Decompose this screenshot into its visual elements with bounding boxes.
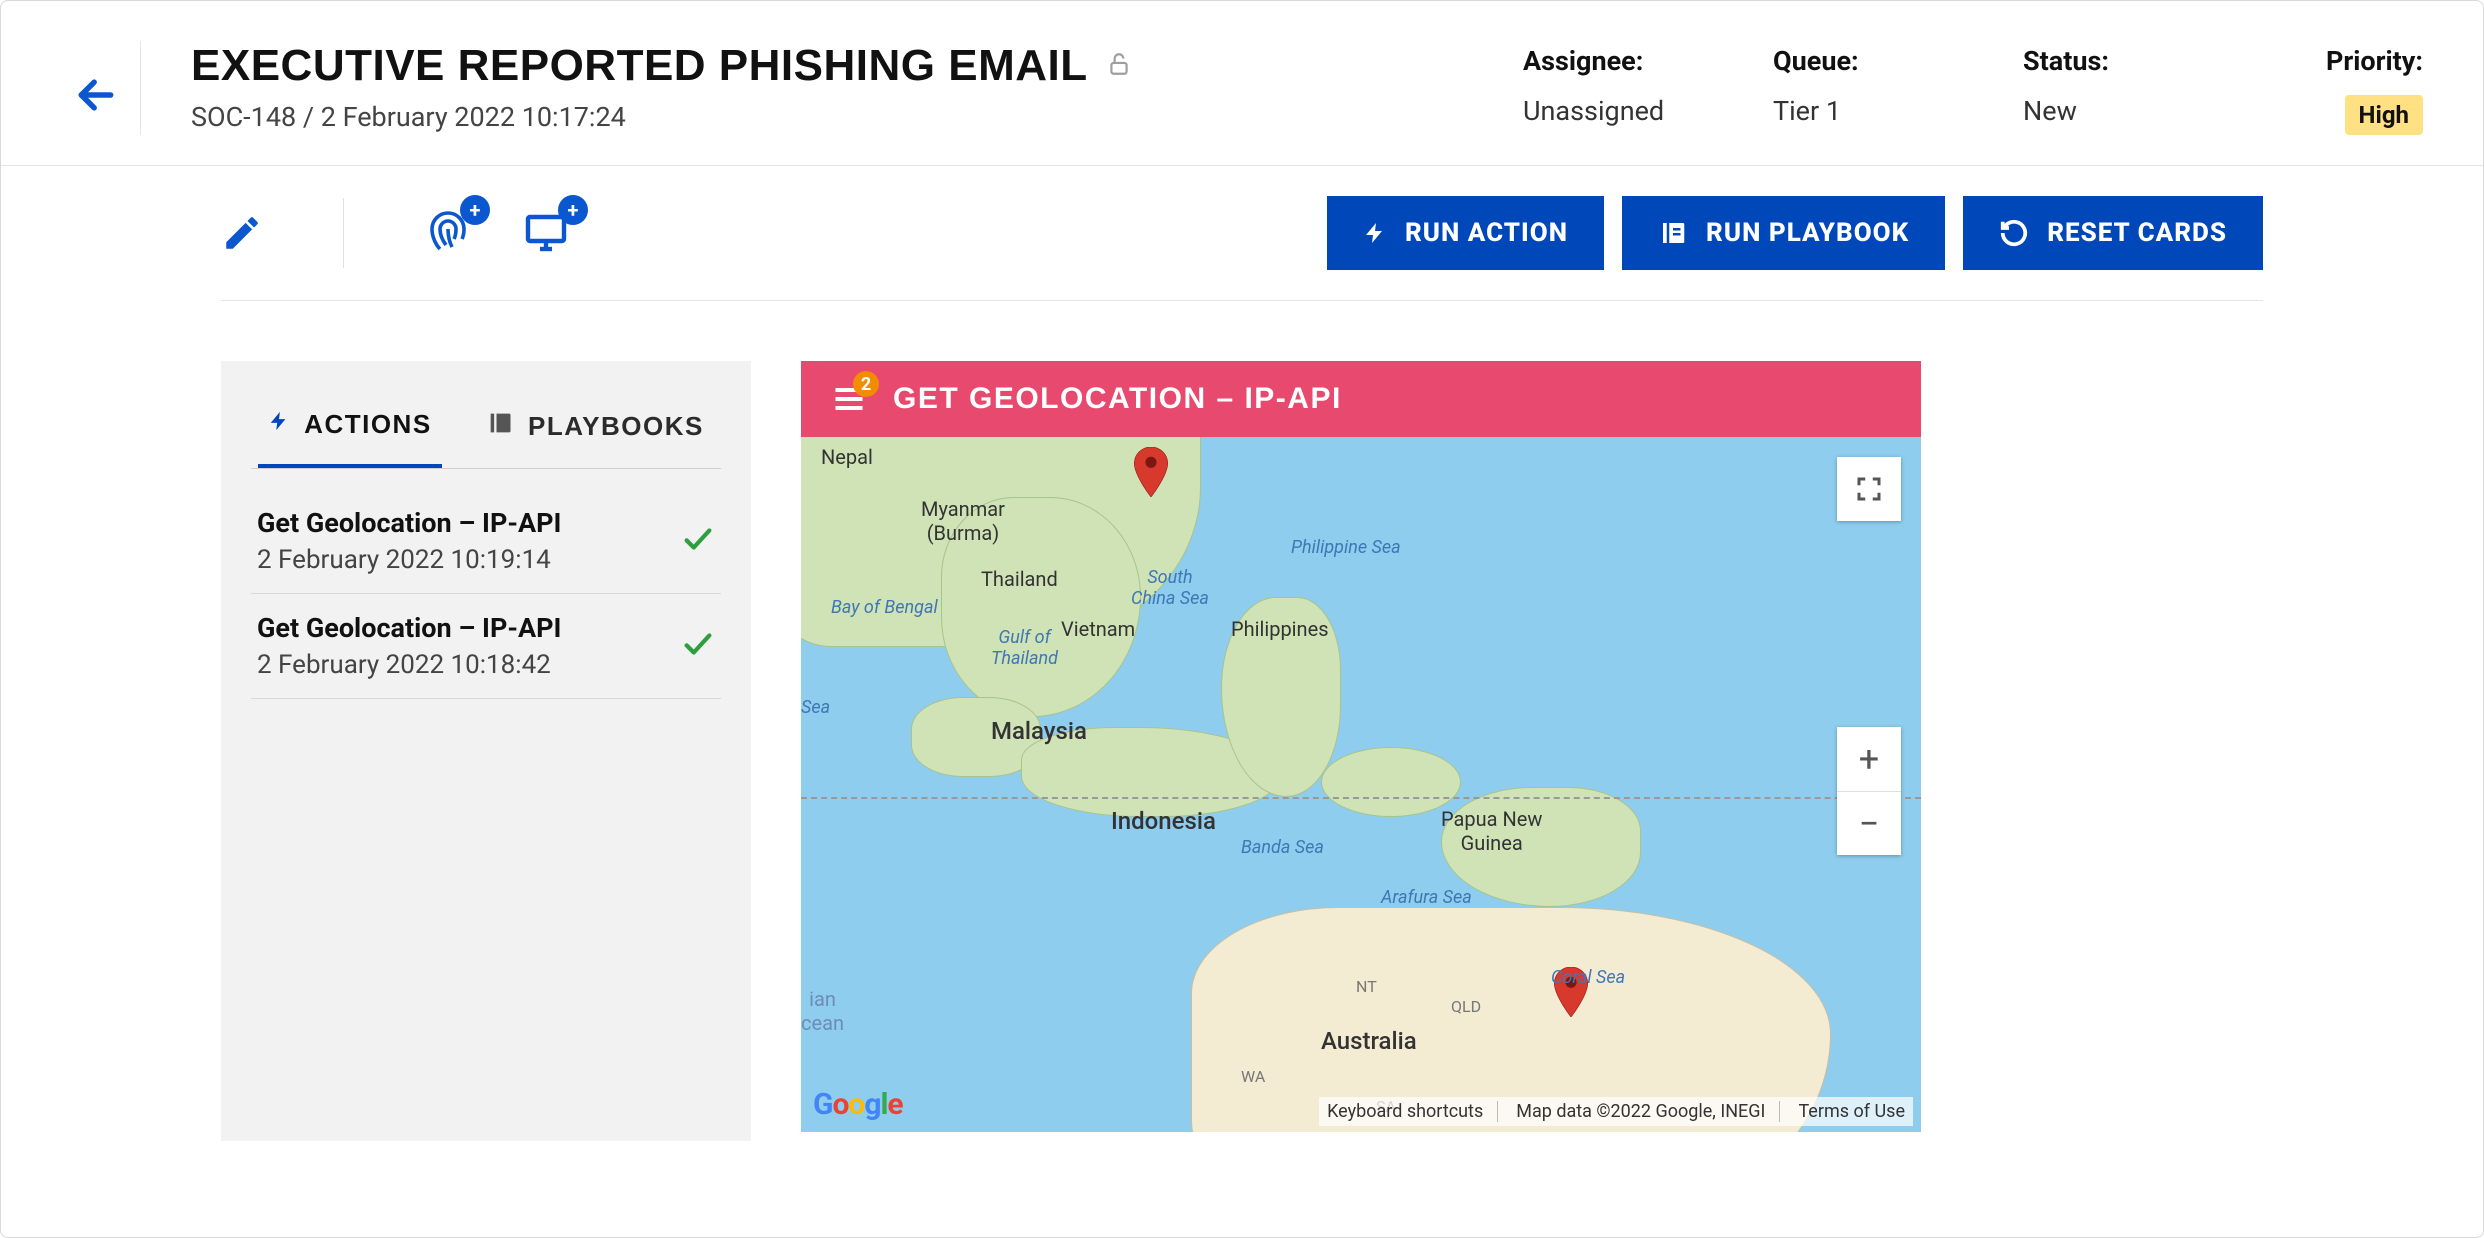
- map-footer: Keyboard shortcuts Map data ©2022 Google…: [1319, 1097, 1913, 1126]
- body-row: ACTIONS PLAYBOOKS Get Geolocation – IP-A…: [1, 301, 2483, 1141]
- run-playbook-button[interactable]: RUN PLAYBOOK: [1622, 196, 1945, 270]
- action-item-title: Get Geolocation – IP-API: [257, 612, 561, 644]
- fingerprint-add-icon[interactable]: +: [424, 209, 472, 257]
- tab-playbooks[interactable]: PLAYBOOKS: [476, 393, 714, 466]
- bolt-icon: [268, 407, 290, 442]
- action-list-item[interactable]: Get Geolocation – IP-API 2 February 2022…: [251, 594, 721, 699]
- check-icon: [681, 522, 715, 560]
- case-datetime: 2 February 2022 10:17:24: [321, 101, 626, 133]
- case-id: SOC-148: [191, 101, 296, 133]
- landmass: [1441, 787, 1641, 907]
- meta-assignee-value: Unassigned: [1523, 95, 1673, 127]
- map-marker-icon[interactable]: [1554, 967, 1588, 1017]
- case-toolbar: + + RUN ACTION RUN PLAYBOOK RE: [221, 166, 2263, 301]
- playbook-icon: [486, 409, 514, 444]
- action-item-title: Get Geolocation – IP-API: [257, 507, 561, 539]
- geolocation-card-header: 2 GET GEOLOCATION – IP-API: [801, 361, 1921, 437]
- toolbar-divider: [343, 198, 344, 268]
- map-zoom-in-button[interactable]: +: [1837, 727, 1901, 791]
- back-arrow-icon[interactable]: [74, 73, 118, 121]
- reset-icon: [1999, 218, 2029, 248]
- map-label-sea: Sea: [801, 697, 830, 718]
- side-panel: ACTIONS PLAYBOOKS Get Geolocation – IP-A…: [221, 361, 751, 1141]
- menu-count-badge: 2: [853, 371, 879, 397]
- meta-assignee-label: Assignee:: [1523, 45, 1673, 77]
- plus-badge-icon: +: [460, 195, 490, 225]
- priority-badge: High: [2345, 95, 2423, 135]
- map-marker-icon[interactable]: [1134, 447, 1168, 497]
- bolt-icon: [1363, 218, 1387, 248]
- check-icon: [681, 627, 715, 665]
- side-tabs: ACTIONS PLAYBOOKS: [221, 361, 751, 468]
- geolocation-card-title: GET GEOLOCATION – IP-API: [893, 382, 1342, 416]
- meta-status: Status: New: [2023, 45, 2173, 135]
- title-column: EXECUTIVE REPORTED PHISHING EMAIL SOC-14…: [191, 41, 1483, 133]
- plus-badge-icon: +: [558, 195, 588, 225]
- meta-priority-label: Priority:: [2273, 45, 2423, 77]
- geolocation-card: 2 GET GEOLOCATION – IP-API: [801, 361, 1921, 1141]
- case-header: EXECUTIVE REPORTED PHISHING EMAIL SOC-14…: [1, 1, 2483, 166]
- run-action-label: RUN ACTION: [1405, 218, 1568, 248]
- unlock-icon: [1106, 51, 1132, 81]
- meta-queue-label: Queue:: [1773, 45, 1923, 77]
- app-frame: EXECUTIVE REPORTED PHISHING EMAIL SOC-14…: [0, 0, 2484, 1238]
- tab-actions[interactable]: ACTIONS: [258, 391, 442, 468]
- case-subtitle: SOC-148 / 2 February 2022 10:17:24: [191, 101, 1483, 133]
- map-label-sea: Arafura Sea: [1381, 887, 1472, 908]
- meta-priority: Priority: High: [2273, 45, 2423, 135]
- run-action-button[interactable]: RUN ACTION: [1327, 196, 1604, 270]
- tab-actions-label: ACTIONS: [304, 409, 432, 440]
- action-item-date: 2 February 2022 10:18:42: [257, 650, 561, 680]
- page-title: EXECUTIVE REPORTED PHISHING EMAIL: [191, 41, 1088, 91]
- action-item-date: 2 February 2022 10:19:14: [257, 545, 561, 575]
- map-terms-link[interactable]: Terms of Use: [1798, 1101, 1905, 1122]
- map-fullscreen-button[interactable]: [1837, 457, 1901, 521]
- card-menu-button[interactable]: 2: [831, 381, 867, 417]
- action-list-item[interactable]: Get Geolocation – IP-API 2 February 2022…: [251, 489, 721, 594]
- map-canvas[interactable]: Nepal Myanmar (Burma) Thailand Vietnam P…: [801, 437, 1921, 1132]
- edit-icon[interactable]: [221, 212, 263, 254]
- equator-line: [801, 797, 1921, 799]
- run-playbook-label: RUN PLAYBOOK: [1706, 218, 1909, 248]
- map-label-ocean: ian cean: [801, 987, 844, 1035]
- action-list: Get Geolocation – IP-API 2 February 2022…: [221, 469, 751, 719]
- landmass: [941, 497, 1141, 717]
- meta-status-label: Status:: [2023, 45, 2173, 77]
- map-label-sea: Philippine Sea: [1291, 537, 1401, 558]
- reset-cards-button[interactable]: RESET CARDS: [1963, 196, 2263, 270]
- map-zoom-out-button[interactable]: −: [1837, 791, 1901, 855]
- google-logo: Google: [813, 1087, 903, 1122]
- meta-queue: Queue: Tier 1: [1773, 45, 1923, 135]
- map-data-attribution: Map data ©2022 Google, INEGI: [1516, 1101, 1780, 1122]
- map-label-sea: Banda Sea: [1241, 837, 1324, 858]
- tab-playbooks-label: PLAYBOOKS: [528, 411, 704, 442]
- meta-queue-value: Tier 1: [1773, 95, 1923, 127]
- back-column: [51, 41, 141, 135]
- reset-cards-label: RESET CARDS: [2047, 218, 2227, 248]
- meta-assignee: Assignee: Unassigned: [1523, 45, 1673, 135]
- meta-status-value: New: [2023, 95, 2173, 127]
- map-keyboard-shortcuts[interactable]: Keyboard shortcuts: [1327, 1101, 1498, 1122]
- playbook-icon: [1658, 218, 1688, 248]
- landmass: [1321, 747, 1461, 817]
- map-zoom-control: + −: [1837, 727, 1901, 855]
- meta-column: Assignee: Unassigned Queue: Tier 1 Statu…: [1523, 41, 2423, 135]
- asset-add-icon[interactable]: +: [522, 209, 570, 257]
- fullscreen-icon: [1854, 474, 1884, 504]
